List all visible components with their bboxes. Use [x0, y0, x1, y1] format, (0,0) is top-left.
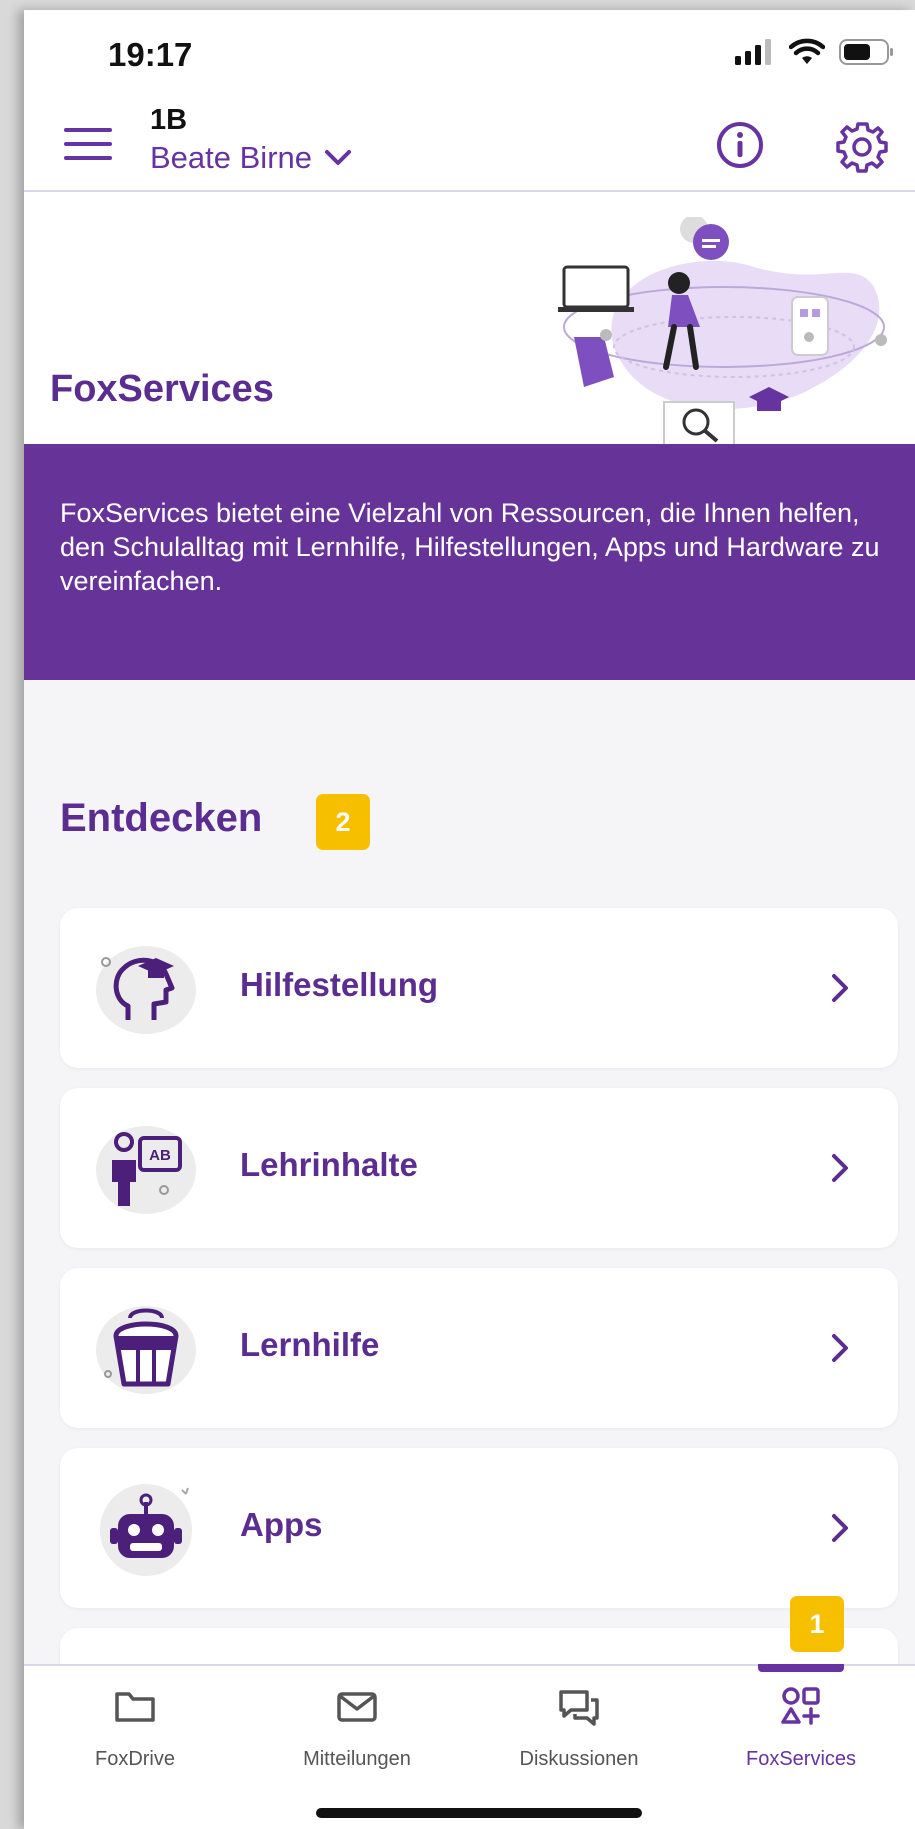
chevron-right-icon: [832, 1334, 848, 1362]
status-time: 19:17: [108, 36, 193, 73]
section-title-discover: Entdecken: [60, 796, 263, 840]
intro-text: FoxServices bietet eine Vielzahl von Res…: [60, 498, 880, 596]
robot-icon: [100, 1484, 192, 1576]
tab-foxservices[interactable]: FoxServices: [690, 1664, 912, 1776]
card-lernhilfe[interactable]: Lernhilfe: [60, 1268, 898, 1428]
menu-icon: [64, 128, 112, 132]
tab-mitteilungen[interactable]: Mitteilungen: [246, 1666, 468, 1776]
user-name: Beate Birne: [150, 140, 312, 175]
menu-button[interactable]: [64, 128, 112, 168]
home-indicator[interactable]: [316, 1808, 642, 1818]
tab-label: FoxDrive: [94, 1748, 175, 1770]
active-tab-indicator: [758, 1664, 844, 1672]
info-icon[interactable]: [715, 120, 765, 170]
class-name: 1B: [150, 104, 188, 136]
wifi-icon: [789, 38, 825, 64]
card-lehrinhalte[interactable]: AB Lehrinhalte: [60, 1088, 898, 1248]
head-graduation-icon: [96, 946, 196, 1034]
chevron-right-icon: [832, 1154, 848, 1182]
intro-banner: FoxServices bietet eine Vielzahl von Res…: [24, 444, 915, 680]
card-label: Apps: [240, 1506, 323, 1543]
services-illustration: [558, 217, 887, 448]
card-label: Hilfestellung: [240, 966, 439, 1003]
app-screen: 19:17 1B Beate Birne FoxServices FoxServ…: [24, 10, 915, 1829]
tab-diskussionen[interactable]: Diskussionen: [468, 1666, 690, 1776]
card-label: Lehrinhalte: [240, 1146, 418, 1183]
tab-label: Diskussionen: [519, 1748, 639, 1770]
step-badge-2: 2: [316, 794, 370, 850]
hero-section: FoxServices: [24, 192, 915, 454]
tab-label: FoxServices: [745, 1748, 857, 1770]
folder-icon: [115, 1692, 155, 1722]
status-icons: [735, 38, 895, 66]
status-bar: 19:17: [24, 10, 915, 110]
tab-foxdrive[interactable]: FoxDrive: [24, 1666, 246, 1776]
card-apps[interactable]: Apps: [60, 1448, 898, 1608]
signal-icon: [735, 39, 771, 65]
chat-icon: [559, 1690, 599, 1726]
gear-icon[interactable]: [835, 120, 889, 174]
battery-icon: [839, 39, 893, 65]
step-badge-1: 1: [790, 1596, 844, 1652]
bottom-tab-bar: FoxDrive Mitteilungen Diskussionen FoxSe…: [24, 1664, 915, 1829]
services-icon: [781, 1687, 820, 1725]
card-hilfestellung[interactable]: Hilfestellung: [60, 908, 898, 1068]
backpack-icon: [96, 1306, 196, 1394]
chevron-right-icon: [832, 1514, 848, 1542]
app-header: 1B Beate Birne: [24, 98, 915, 192]
mail-icon: [337, 1692, 377, 1722]
user-selector[interactable]: Beate Birne: [150, 140, 352, 176]
chevron-down-icon: [325, 150, 351, 165]
tab-label: Mitteilungen: [303, 1748, 411, 1770]
chevron-right-icon: [832, 974, 848, 1002]
svg-text:AB: AB: [149, 1147, 171, 1164]
card-label: Lernhilfe: [240, 1326, 380, 1363]
page-title: FoxServices: [50, 368, 274, 410]
teacher-board-icon: AB: [96, 1126, 196, 1214]
